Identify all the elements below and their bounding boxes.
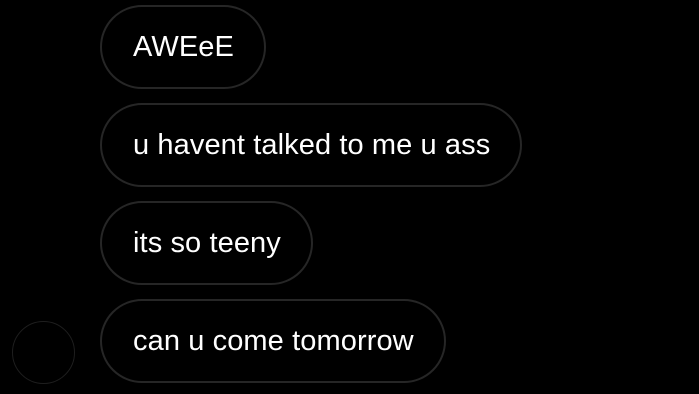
message-text: AWEeE [133, 31, 234, 63]
message-thread: AWEeE u havent talked to me u ass its so… [0, 0, 699, 394]
message-bubble[interactable]: can u come tomorrow [100, 299, 446, 383]
sender-avatar[interactable] [12, 321, 75, 384]
message-text: its so teeny [133, 227, 281, 259]
message-text: can u come tomorrow [133, 325, 414, 357]
message-bubble[interactable]: its so teeny [100, 201, 313, 285]
message-bubble[interactable]: u havent talked to me u ass [100, 103, 523, 187]
message-text: u havent talked to me u ass [133, 129, 491, 161]
message-bubble[interactable]: AWEeE [100, 5, 266, 89]
